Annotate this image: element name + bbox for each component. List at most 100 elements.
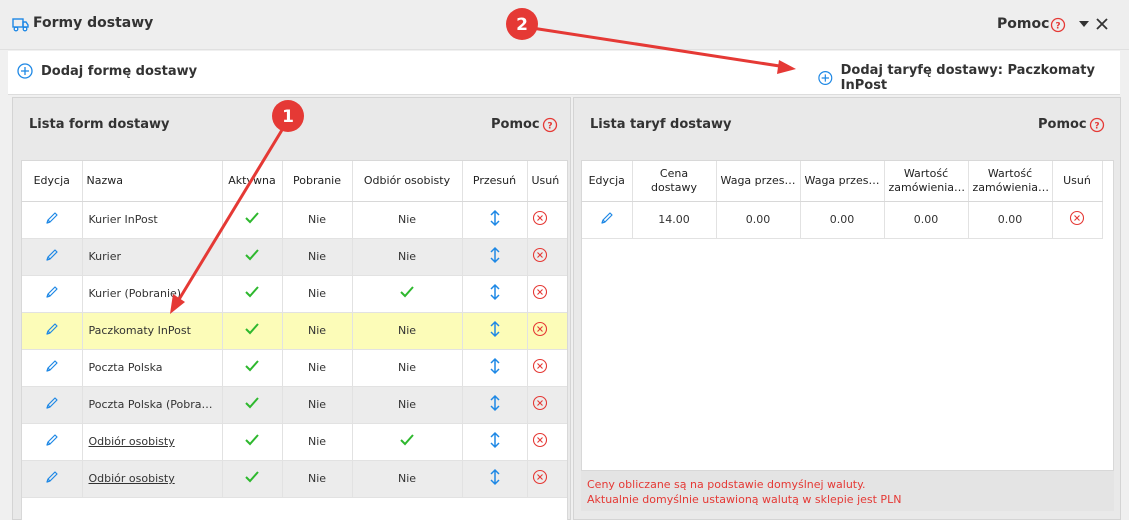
help-link[interactable]: Pomoc xyxy=(997,16,1049,32)
table-header-row: Edycja Cena dostawy Waga przes… Waga prz… xyxy=(582,161,1103,202)
row-odbior: Nie xyxy=(352,312,463,350)
move-icon[interactable] xyxy=(462,460,528,498)
table-row[interactable]: Odbiór osobisty Nie xyxy=(22,423,567,461)
empty-table-area xyxy=(581,257,1114,471)
check-icon[interactable] xyxy=(222,275,283,313)
col-usun[interactable]: Usuń xyxy=(1052,161,1103,202)
panel-header: Lista taryf dostawy Pomoc ? xyxy=(574,98,1120,154)
check-icon[interactable] xyxy=(222,238,283,276)
row-pobranie: Nie xyxy=(282,423,353,461)
help-icon[interactable]: ? xyxy=(1089,117,1105,133)
check-icon[interactable] xyxy=(222,312,283,350)
check-icon[interactable] xyxy=(352,423,463,461)
help-icon[interactable]: ? xyxy=(1050,17,1066,33)
delete-icon[interactable] xyxy=(527,423,567,461)
col-edycja[interactable]: Edycja xyxy=(582,161,633,202)
help-icon[interactable]: ? xyxy=(542,117,558,133)
table-row[interactable]: Kurier Nie Nie xyxy=(22,238,567,276)
edit-icon[interactable] xyxy=(22,423,83,461)
col-przesun[interactable]: Przesuń xyxy=(462,161,528,202)
delete-icon[interactable] xyxy=(1052,201,1103,239)
cell-waga-od: 0.00 xyxy=(716,201,801,239)
panel-title: Lista form dostawy xyxy=(29,117,170,132)
edit-icon[interactable] xyxy=(22,349,83,387)
move-icon[interactable] xyxy=(462,349,528,387)
move-icon[interactable] xyxy=(462,386,528,424)
cell-cena: 14.00 xyxy=(632,201,717,239)
col-edycja[interactable]: Edycja xyxy=(22,161,83,202)
check-icon[interactable] xyxy=(222,349,283,387)
move-icon[interactable] xyxy=(462,201,528,239)
toolbar: Dodaj formę dostawy Dodaj taryfę dostawy… xyxy=(8,51,1120,95)
delete-icon[interactable] xyxy=(527,312,567,350)
window-title: Formy dostawy xyxy=(33,15,154,31)
edit-icon[interactable] xyxy=(22,201,83,239)
table-row[interactable]: Odbiór osobisty Nie Nie xyxy=(22,460,567,498)
col-wartosc-do[interactable]: Wartość zamówienia… xyxy=(968,161,1053,202)
panel-header: Lista form dostawy Pomoc ? xyxy=(13,98,570,154)
table-row[interactable]: Kurier InPost Nie Nie xyxy=(22,201,567,239)
add-form-button[interactable]: Dodaj formę dostawy xyxy=(17,63,197,79)
table-row[interactable]: Paczkomaty InPost Nie Nie xyxy=(22,312,567,350)
move-icon[interactable] xyxy=(462,275,528,313)
delete-icon[interactable] xyxy=(527,460,567,498)
help-link[interactable]: Pomoc xyxy=(491,117,540,132)
table-row[interactable]: Kurier (Pobranie) Nie xyxy=(22,275,567,313)
col-odbior[interactable]: Odbiór osobisty xyxy=(352,161,463,202)
delivery-forms-table: Edycja Nazwa Aktywna Pobranie Odbiór oso… xyxy=(21,160,568,520)
check-icon[interactable] xyxy=(352,275,463,313)
table-row[interactable]: 14.00 0.00 0.00 0.00 0.00 xyxy=(582,201,1103,239)
edit-icon[interactable] xyxy=(22,460,83,498)
table-row[interactable]: Poczta Polska Nie Nie xyxy=(22,349,567,387)
add-tariff-button[interactable]: Dodaj taryfę dostawy: Paczkomaty InPost xyxy=(818,63,1120,93)
currency-note: Ceny obliczane są na podstawie domyślnej… xyxy=(581,471,1114,511)
delete-icon[interactable] xyxy=(527,275,567,313)
col-aktywna[interactable]: Aktywna xyxy=(222,161,283,202)
col-nazwa[interactable]: Nazwa xyxy=(82,161,223,202)
col-cena[interactable]: Cena dostawy xyxy=(632,161,717,202)
edit-icon[interactable] xyxy=(22,312,83,350)
row-name: Poczta Polska (Pobranie) xyxy=(82,386,223,424)
edit-icon[interactable] xyxy=(22,238,83,276)
check-icon[interactable] xyxy=(222,460,283,498)
cell-wartosc-od: 0.00 xyxy=(884,201,969,239)
edit-icon[interactable] xyxy=(22,386,83,424)
window-titlebar: Formy dostawy Pomoc ? xyxy=(0,0,1129,50)
help-link[interactable]: Pomoc xyxy=(1038,117,1087,132)
delivery-tariffs-table: Edycja Cena dostawy Waga przes… Waga prz… xyxy=(581,160,1114,257)
delete-icon[interactable] xyxy=(527,386,567,424)
row-odbior: Nie xyxy=(352,460,463,498)
row-name: Odbiór osobisty xyxy=(82,460,223,498)
row-odbior: Nie xyxy=(352,201,463,239)
caret-down-icon[interactable] xyxy=(1078,17,1090,31)
row-name: Kurier (Pobranie) xyxy=(82,275,223,313)
row-pobranie: Nie xyxy=(282,386,353,424)
edit-icon[interactable] xyxy=(582,201,633,239)
check-icon[interactable] xyxy=(222,423,283,461)
delivery-forms-panel: Lista form dostawy Pomoc ? Edycja Nazwa … xyxy=(12,97,571,520)
delete-icon[interactable] xyxy=(527,349,567,387)
move-icon[interactable] xyxy=(462,312,528,350)
col-waga-do[interactable]: Waga przes… xyxy=(800,161,885,202)
move-icon[interactable] xyxy=(462,238,528,276)
delete-icon[interactable] xyxy=(527,238,567,276)
row-pobranie: Nie xyxy=(282,275,353,313)
col-usun[interactable]: Usuń xyxy=(527,161,567,202)
table-header-row: Edycja Nazwa Aktywna Pobranie Odbiór oso… xyxy=(22,161,567,202)
row-pobranie: Nie xyxy=(282,460,353,498)
move-icon[interactable] xyxy=(462,423,528,461)
close-icon[interactable] xyxy=(1094,15,1110,33)
delivery-tariffs-panel: Lista taryf dostawy Pomoc ? Edycja Cena … xyxy=(573,97,1121,520)
col-pobranie[interactable]: Pobranie xyxy=(282,161,353,202)
row-name: Poczta Polska xyxy=(82,349,223,387)
delete-icon[interactable] xyxy=(527,201,567,239)
table-row[interactable]: Poczta Polska (Pobranie) Nie Nie xyxy=(22,386,567,424)
col-waga-od[interactable]: Waga przes… xyxy=(716,161,801,202)
check-icon[interactable] xyxy=(222,386,283,424)
svg-text:?: ? xyxy=(1055,22,1060,32)
col-wartosc-od[interactable]: Wartość zamówienia… xyxy=(884,161,969,202)
edit-icon[interactable] xyxy=(22,275,83,313)
row-odbior: Nie xyxy=(352,349,463,387)
row-name: Paczkomaty InPost xyxy=(82,312,223,350)
check-icon[interactable] xyxy=(222,201,283,239)
